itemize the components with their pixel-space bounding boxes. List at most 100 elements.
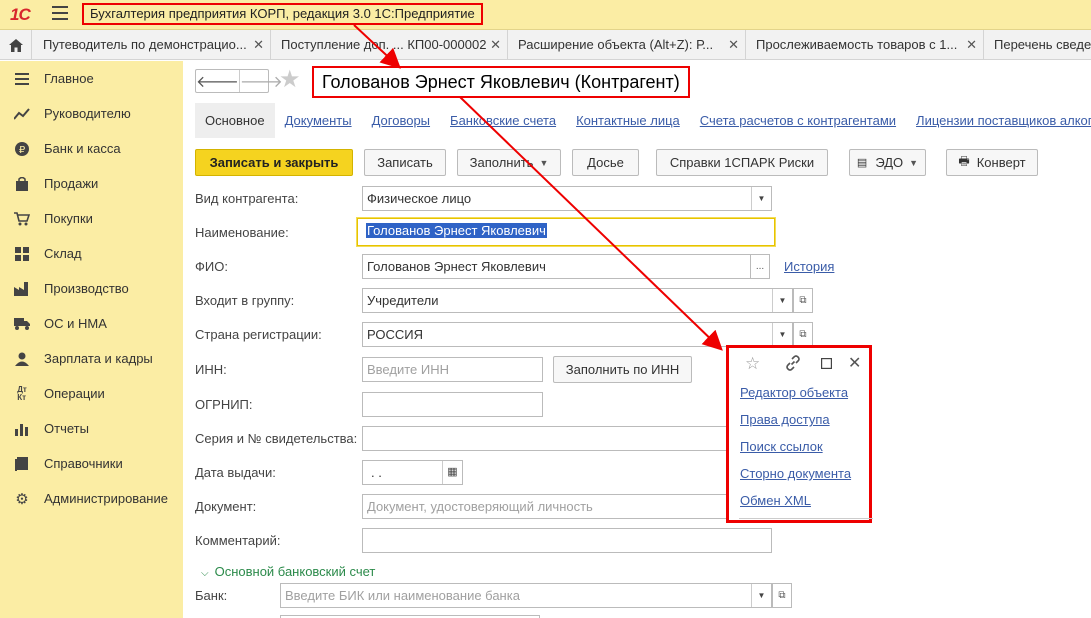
sidebar-item-fixed-assets[interactable]: ОС и НМА xyxy=(0,306,183,341)
certificate-input[interactable] xyxy=(362,426,732,451)
sidebar-item-warehouse[interactable]: Склад xyxy=(0,236,183,271)
bank-account-section[interactable]: ⌵ Основной банковский счет xyxy=(201,564,375,579)
sections-panel: Главное Руководителю ₽ Банк и касса Прод… xyxy=(0,61,183,618)
open-icon[interactable]: ⧉ xyxy=(793,322,813,347)
comment-label: Комментарий: xyxy=(195,533,281,548)
sidebar-item-label: Руководителю xyxy=(44,106,131,121)
tab-object-extension[interactable]: Расширение объекта (Alt+Z): Р... ✕ xyxy=(508,30,746,60)
tab-traceability[interactable]: Прослеживаемость товаров с 1... ✕ xyxy=(746,30,984,60)
subtab-settlement-accounts[interactable]: Счета расчетов с контрагентами xyxy=(700,113,896,128)
open-icon[interactable]: ⧉ xyxy=(772,583,792,608)
certificate-label: Серия и № свидетельства: xyxy=(195,431,358,446)
open-icon[interactable]: ⧉ xyxy=(793,288,813,313)
ogrnip-label: ОГРНИП: xyxy=(195,397,253,412)
group-select[interactable]: Учредители ▼ xyxy=(362,288,793,313)
close-icon[interactable]: ✕ xyxy=(966,30,977,60)
chevron-down-icon[interactable]: ▼ xyxy=(751,584,771,607)
fill-by-inn-button[interactable]: Заполнить по ИНН xyxy=(553,356,692,383)
fio-value: Голованов Эрнест Яковлевич xyxy=(367,259,546,274)
cart-icon xyxy=(14,211,30,227)
person-icon xyxy=(14,351,30,367)
app-logo[interactable]: 1С xyxy=(10,5,31,25)
ogrnip-input[interactable] xyxy=(362,392,543,417)
sidebar-item-label: Справочники xyxy=(44,456,123,471)
sidebar-item-sales[interactable]: Продажи xyxy=(0,166,183,201)
dossier-button[interactable]: Досье xyxy=(572,149,639,176)
bank-input[interactable]: Введите БИК или наименование банка ▼ xyxy=(280,583,772,608)
edo-button[interactable]: ▤ ЭДО ▼ xyxy=(849,149,926,176)
link-icon[interactable] xyxy=(785,355,801,374)
history-navigation: 🡐 🡒 xyxy=(195,69,283,93)
ruble-icon: ₽ xyxy=(14,141,30,157)
chevron-down-icon[interactable]: ▼ xyxy=(751,187,771,210)
main-menu-icon[interactable] xyxy=(52,6,68,20)
sidebar-item-label: ОС и НМА xyxy=(44,316,107,331)
tab-guide[interactable]: Путеводитель по демонстрацио... ✕ xyxy=(33,30,271,60)
document-input[interactable]: Документ, удостоверяющий личность xyxy=(362,494,727,519)
back-arrow-icon[interactable]: 🡐 xyxy=(196,70,240,92)
sidebar-item-purchases[interactable]: Покупки xyxy=(0,201,183,236)
home-icon[interactable] xyxy=(0,30,32,60)
chevron-down-icon[interactable]: ▼ xyxy=(772,289,792,312)
inn-label: ИНН: xyxy=(195,362,227,377)
sidebar-item-directories[interactable]: Справочники xyxy=(0,446,183,481)
reverse-document-link[interactable]: Сторно документа xyxy=(740,466,851,481)
bank-label: Банк: xyxy=(195,588,228,603)
sidebar-item-label: Главное xyxy=(44,71,94,86)
xml-exchange-link[interactable]: Обмен XML xyxy=(740,493,811,508)
object-actions-popup: ☆ ✕ Редактор объекта Права доступа Поиск… xyxy=(726,345,873,523)
warehouse-icon xyxy=(14,246,30,262)
fio-select-button[interactable]: ... xyxy=(750,254,770,279)
tab-list[interactable]: Перечень сведе xyxy=(984,30,1091,60)
save-button[interactable]: Записать xyxy=(364,149,446,176)
sidebar-item-label: Банк и касса xyxy=(44,141,121,156)
access-rights-link[interactable]: Права доступа xyxy=(740,412,830,427)
history-link[interactable]: История xyxy=(784,259,834,274)
sidebar-item-production[interactable]: Производство xyxy=(0,271,183,306)
truck-icon xyxy=(14,316,30,332)
subtab-bank-accounts[interactable]: Банковские счета xyxy=(450,113,556,128)
fill-button[interactable]: Заполнить ▼ xyxy=(457,149,561,176)
fio-input[interactable]: Голованов Эрнест Яковлевич xyxy=(362,254,751,279)
group-value: Учредители xyxy=(367,293,439,308)
maximize-icon[interactable] xyxy=(820,356,833,372)
kind-select[interactable]: Физическое лицо ▼ xyxy=(362,186,772,211)
comment-input[interactable] xyxy=(362,528,772,553)
close-icon[interactable]: ✕ xyxy=(253,30,264,60)
close-icon[interactable]: ✕ xyxy=(728,30,739,60)
calendar-icon[interactable]: ▦ xyxy=(442,461,462,484)
chevron-down-icon[interactable]: ▼ xyxy=(772,323,792,346)
subtab-contracts[interactable]: Договоры xyxy=(372,113,430,128)
find-references-link[interactable]: Поиск ссылок xyxy=(740,439,823,454)
popup-header: ☆ ✕ xyxy=(739,354,863,376)
spark-reports-button[interactable]: Справки 1СПАРК Риски xyxy=(656,149,828,176)
envelope-button[interactable]: 🖶 Конверт xyxy=(946,149,1038,176)
close-icon[interactable]: ✕ xyxy=(490,30,501,60)
country-select[interactable]: РОССИЯ ▼ xyxy=(362,322,793,347)
save-and-close-button[interactable]: Записать и закрыть xyxy=(195,149,353,176)
sidebar-item-salary[interactable]: Зарплата и кадры xyxy=(0,341,183,376)
object-editor-link[interactable]: Редактор объекта xyxy=(740,385,848,400)
sidebar-item-main[interactable]: Главное xyxy=(0,61,183,96)
tab-label: Путеводитель по демонстрацио... xyxy=(43,37,247,52)
subtab-main[interactable]: Основное xyxy=(195,102,275,138)
sidebar-item-operations[interactable]: Дт Кт Операции xyxy=(0,376,183,411)
group-label: Входит в группу: xyxy=(195,293,295,308)
sidebar-item-reports[interactable]: Отчеты xyxy=(0,411,183,446)
tab-receipt[interactable]: Поступление доп. ... КП00-000002 ✕ xyxy=(271,30,508,60)
name-input[interactable]: Голованов Эрнест Яковлевич xyxy=(357,218,775,246)
subtab-contacts[interactable]: Контактные лица xyxy=(576,113,680,128)
star-icon[interactable]: ☆ xyxy=(745,354,760,374)
favorite-star-icon[interactable]: ★ xyxy=(279,65,301,94)
forward-arrow-icon[interactable]: 🡒 xyxy=(240,70,283,92)
title-bar: 1С Бухгалтерия предприятия КОРП, редакци… xyxy=(0,0,1091,30)
inn-input[interactable]: Введите ИНН xyxy=(362,357,543,382)
sidebar-item-administration[interactable]: ⚙ Администрирование xyxy=(0,481,183,516)
close-icon[interactable]: ✕ xyxy=(848,353,861,373)
sidebar-item-director[interactable]: Руководителю xyxy=(0,96,183,131)
sidebar-item-bank[interactable]: ₽ Банк и касса xyxy=(0,131,183,166)
country-value: РОССИЯ xyxy=(367,327,424,342)
issue-date-input[interactable]: . . ▦ xyxy=(362,460,463,485)
subtab-alcohol-licenses[interactable]: Лицензии поставщиков алкого xyxy=(916,113,1091,128)
subtab-documents[interactable]: Документы xyxy=(285,113,352,128)
